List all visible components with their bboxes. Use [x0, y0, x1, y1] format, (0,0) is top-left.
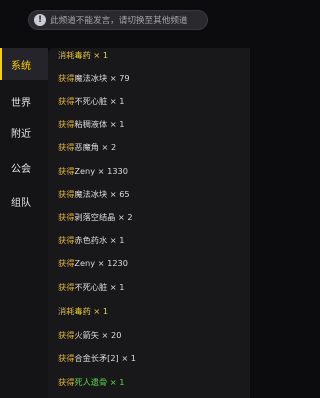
log-verb: 获得	[58, 166, 75, 176]
log-line: 获得火箭矢 × 20	[58, 328, 121, 342]
log-line: 获得不死心脏 × 1	[58, 280, 124, 294]
tab-nearby[interactable]: 附近	[0, 116, 48, 148]
tab-guild[interactable]: 公会	[0, 151, 48, 183]
system-log[interactable]: 消耗毒药 × 1 获得魔法冰块 × 79 获得不死心脏 × 1 获得粘稠液体 ×…	[48, 48, 250, 398]
log-item: 毒药 × 1	[74, 50, 109, 60]
log-verb: 获得	[58, 73, 75, 83]
log-verb: 获得	[58, 330, 75, 340]
log-item: Zeny × 1330	[74, 166, 128, 176]
log-verb: 获得	[58, 377, 75, 387]
log-item: Zeny × 1230	[74, 258, 128, 268]
log-item: 剥落空结晶 × 2	[74, 212, 133, 222]
log-line: 消耗毒药 × 1	[58, 304, 108, 318]
log-line: 获得魔法冰块 × 65	[58, 187, 130, 201]
tab-team[interactable]: 组队	[0, 185, 48, 217]
log-line: 获得粘稠液体 × 1	[58, 117, 124, 131]
log-verb: 获得	[58, 258, 75, 268]
log-verb: 获得	[58, 212, 75, 222]
log-item: 死人遗骨 × 1	[74, 377, 125, 387]
log-item: 粘稠液体 × 1	[74, 119, 125, 129]
log-verb: 获得	[58, 235, 75, 245]
log-line: 获得死人遗骨 × 1	[58, 375, 124, 389]
log-verb: 获得	[58, 189, 75, 199]
log-item: 合金长矛[2] × 1	[74, 353, 137, 363]
channel-sidebar: 系统 世界 附近 公会 组队	[0, 48, 48, 398]
notice-text: 此频道不能发言，请切换至其他频道	[50, 16, 188, 26]
log-line: 获得Zeny × 1330	[58, 164, 128, 178]
log-line: 获得Zeny × 1230	[58, 256, 128, 270]
log-line: 消耗毒药 × 1	[58, 48, 108, 62]
log-verb: 获得	[58, 96, 75, 106]
log-verb: 消耗	[58, 50, 75, 60]
log-line: 获得不死心脏 × 1	[58, 94, 124, 108]
log-item: 火箭矢 × 20	[74, 330, 122, 340]
log-item: 不死心脏 × 1	[74, 96, 125, 106]
log-item: 不死心脏 × 1	[74, 282, 125, 292]
log-item: 恶魔角 × 2	[74, 142, 117, 152]
log-item: 赤色药水 × 1	[74, 235, 125, 245]
log-item: 魔法冰块 × 79	[74, 73, 130, 83]
log-line: 获得合金长矛[2] × 1	[58, 351, 136, 365]
log-verb: 获得	[58, 353, 75, 363]
log-verb: 获得	[58, 142, 75, 152]
log-item: 魔法冰块 × 65	[74, 189, 130, 199]
log-line: 获得剥落空结晶 × 2	[58, 210, 133, 224]
log-item: 毒药 × 1	[74, 306, 109, 316]
channel-notice: ! 此频道不能发言，请切换至其他频道	[28, 10, 208, 30]
log-verb: 获得	[58, 119, 75, 129]
log-line: 获得恶魔角 × 2	[58, 140, 116, 154]
tab-world[interactable]: 世界	[0, 85, 48, 117]
log-line: 获得赤色药水 × 1	[58, 233, 124, 247]
log-verb: 获得	[58, 282, 75, 292]
log-verb: 消耗	[58, 306, 75, 316]
exclamation-icon: !	[34, 14, 46, 26]
tab-system[interactable]: 系统	[0, 48, 48, 80]
log-line: 获得魔法冰块 × 79	[58, 71, 130, 85]
